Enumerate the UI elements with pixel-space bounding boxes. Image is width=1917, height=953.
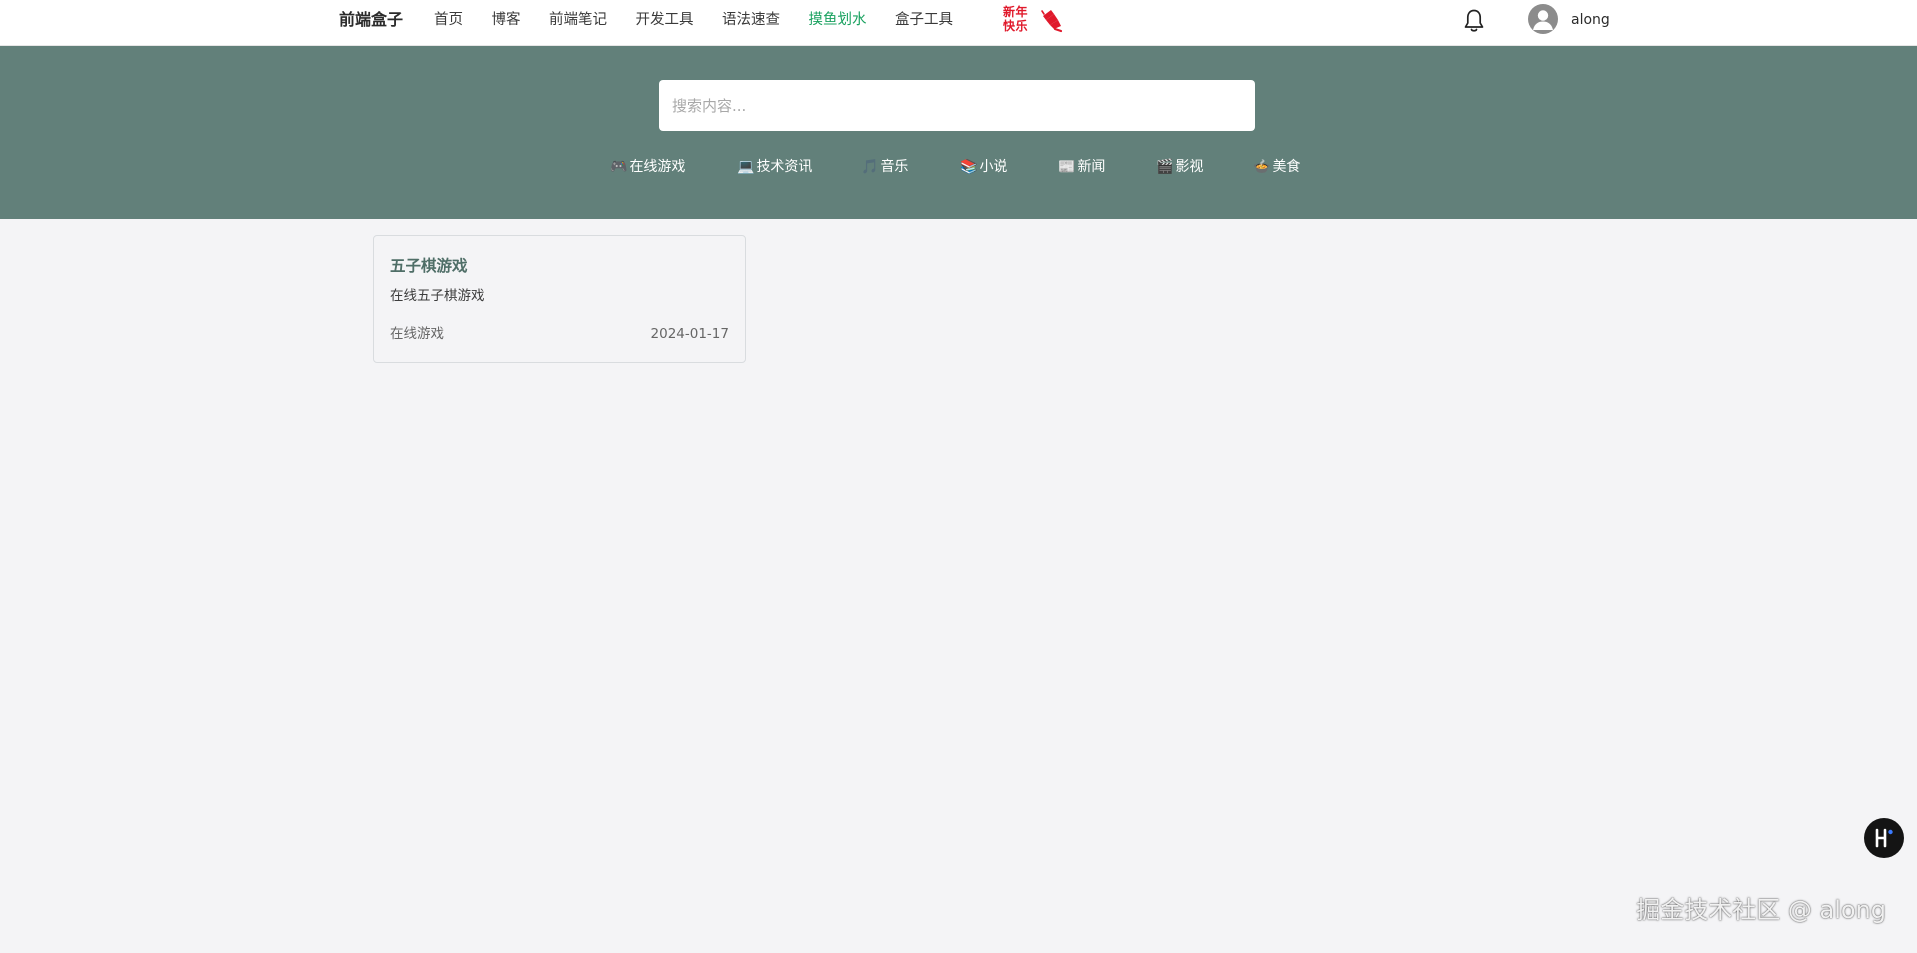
nav-item-box-tools[interactable]: 盒子工具 <box>895 11 953 29</box>
category-movies[interactable]: 🎬 影视 <box>1156 158 1203 176</box>
content-card[interactable]: 五子棋游戏 在线五子棋游戏 在线游戏 2024-01-17 <box>373 235 746 363</box>
username[interactable]: along <box>1571 11 1610 29</box>
assistant-logo-icon <box>1875 828 1893 848</box>
user-silhouette-icon <box>1533 10 1553 30</box>
category-label: 技术资讯 <box>756 159 813 175</box>
card-category-tag: 在线游戏 <box>390 326 444 342</box>
category-label: 音乐 <box>880 159 909 175</box>
nav-item-syntax-lookup[interactable]: 语法速查 <box>722 11 780 29</box>
food-bowl-icon: 🍲 <box>1253 159 1271 175</box>
category-novels[interactable]: 📚 小说 <box>960 158 1007 176</box>
nav-item-home[interactable]: 首页 <box>434 11 463 29</box>
new-year-line2: 快乐 <box>1003 19 1029 33</box>
category-bar: 🎮 在线游戏 💻 技术资讯 🎵 音乐 📚 小说 📰 新闻 🎬 影视 🍲 美食 <box>0 158 1917 178</box>
new-year-text: 新年 快乐 <box>1003 5 1033 33</box>
category-label: 新闻 <box>1077 159 1106 175</box>
music-note-icon: 🎵 <box>861 159 879 175</box>
category-tech-news[interactable]: 💻 技术资讯 <box>737 158 812 176</box>
card-title[interactable]: 五子棋游戏 <box>390 256 468 276</box>
category-news[interactable]: 📰 新闻 <box>1058 158 1105 176</box>
main-nav: 首页 博客 前端笔记 开发工具 语法速查 摸鱼划水 盒子工具 <box>434 11 982 29</box>
notification-bell-icon[interactable] <box>1463 8 1485 34</box>
watermark-text: 掘金技术社区 @ along <box>1636 896 1886 924</box>
nav-item-frontend-notes[interactable]: 前端笔记 <box>549 11 607 29</box>
category-online-games[interactable]: 🎮 在线游戏 <box>610 158 685 176</box>
category-label: 影视 <box>1175 159 1204 175</box>
firecracker-icon <box>1041 10 1063 33</box>
books-icon: 📚 <box>960 159 978 175</box>
category-label: 美食 <box>1272 159 1301 175</box>
site-logo-text[interactable]: 前端盒子 <box>339 10 403 30</box>
nav-item-dev-tools[interactable]: 开发工具 <box>636 11 694 29</box>
search-banner: 🎮 在线游戏 💻 技术资讯 🎵 音乐 📚 小说 📰 新闻 🎬 影视 🍲 美食 <box>0 46 1917 219</box>
top-navbar: 前端盒子 首页 博客 前端笔记 开发工具 语法速查 摸鱼划水 盒子工具 新年 快… <box>0 0 1917 46</box>
laptop-icon: 💻 <box>737 159 755 175</box>
category-food[interactable]: 🍲 美食 <box>1253 158 1300 176</box>
category-label: 小说 <box>979 159 1008 175</box>
category-label: 在线游戏 <box>629 159 686 175</box>
card-description: 在线五子棋游戏 <box>390 288 485 304</box>
newspaper-icon: 📰 <box>1058 159 1076 175</box>
category-music[interactable]: 🎵 音乐 <box>861 158 908 176</box>
new-year-badge: 新年 快乐 <box>1003 5 1067 37</box>
new-year-line1: 新年 <box>1003 5 1029 19</box>
nav-item-slacking-off[interactable]: 摸鱼划水 <box>809 11 867 29</box>
user-avatar[interactable] <box>1528 4 1558 34</box>
gamepad-icon: 🎮 <box>610 159 628 175</box>
search-input[interactable] <box>659 80 1255 131</box>
card-date: 2024-01-17 <box>650 326 729 342</box>
clapperboard-icon: 🎬 <box>1156 159 1174 175</box>
nav-item-blog[interactable]: 博客 <box>492 11 521 29</box>
floating-assistant-button[interactable] <box>1864 818 1904 858</box>
